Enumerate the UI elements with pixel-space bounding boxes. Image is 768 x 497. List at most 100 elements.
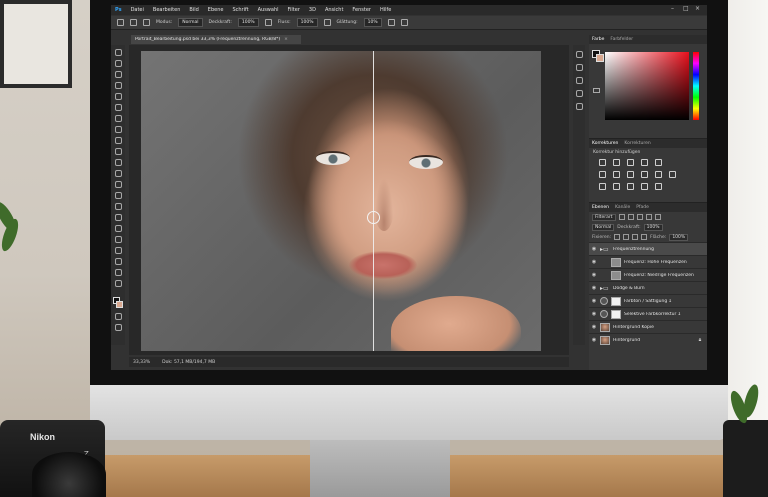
color-lookup-icon[interactable] <box>669 171 676 178</box>
selective-color-icon[interactable] <box>655 183 662 190</box>
fill-input[interactable]: 100% <box>669 233 689 241</box>
frame-tool-icon[interactable] <box>114 104 122 111</box>
properties-panel-icon[interactable] <box>575 64 583 71</box>
color-picker-field[interactable] <box>605 52 689 120</box>
eyedropper-tool-icon[interactable] <box>114 115 122 122</box>
blur-tool-icon[interactable] <box>114 192 122 199</box>
levels-icon[interactable] <box>613 159 620 166</box>
invert-icon[interactable] <box>599 183 606 190</box>
layer-row[interactable]: ◉ Selektive Farbkorrektur 1 <box>589 307 707 320</box>
threshold-icon[interactable] <box>627 183 634 190</box>
mode-select[interactable]: Normal <box>178 18 203 27</box>
smoothing-settings-icon[interactable] <box>387 19 395 26</box>
layer-row[interactable]: ◉ ▸▭ Frequenztrennung <box>589 242 707 255</box>
menu-bearbeiten[interactable]: Bearbeiten <box>153 7 180 13</box>
type-tool-icon[interactable] <box>114 225 122 232</box>
photo-filter-icon[interactable] <box>641 171 648 178</box>
filter-smart-icon[interactable] <box>654 214 661 220</box>
layer-row[interactable]: ◉ Hintergrund 🔒︎ <box>589 333 707 346</box>
gradient-tool-icon[interactable] <box>114 181 122 188</box>
hand-tool-icon[interactable] <box>114 258 122 265</box>
zoom-level[interactable]: 33,33% <box>133 360 150 365</box>
filter-shape-icon[interactable] <box>645 214 652 220</box>
blend-mode-select[interactable]: Normal <box>592 223 615 231</box>
minimize-icon[interactable]: – <box>671 6 677 12</box>
brush-tool-icon[interactable] <box>114 137 122 144</box>
menu-3d[interactable]: 3D <box>309 7 316 13</box>
visibility-eye-icon[interactable]: ◉ <box>591 324 597 330</box>
visibility-eye-icon[interactable]: ◉ <box>591 246 597 252</box>
more-tools-icon[interactable] <box>114 280 122 287</box>
layer-row[interactable]: ◉ Farbton / Sättigung 1 <box>589 294 707 307</box>
flow-input[interactable]: 100% <box>296 18 318 27</box>
layer-row[interactable]: ◉ Frequenz: Niedrige Frequenzen <box>589 268 707 281</box>
gradient-map-icon[interactable] <box>641 183 648 190</box>
layer-opacity-input[interactable]: 100% <box>643 223 663 231</box>
menu-bild[interactable]: Bild <box>189 7 198 13</box>
layer-row[interactable]: ◉ ▸▭ Dodge & Burn <box>589 281 707 294</box>
hue-saturation-icon[interactable] <box>599 171 606 178</box>
lasso-tool-icon[interactable] <box>114 71 122 78</box>
menu-fenster[interactable]: Fenster <box>352 7 371 13</box>
clone-source-panel-icon[interactable] <box>575 90 583 97</box>
layer-row[interactable]: ◉ Frequenz: Hohe Frequenzen <box>589 255 707 268</box>
visibility-eye-icon[interactable]: ◉ <box>591 311 597 317</box>
opacity-input[interactable]: 100% <box>237 18 259 27</box>
move-tool-icon[interactable] <box>114 49 122 56</box>
tab-pfade[interactable]: Pfade <box>636 205 649 210</box>
color-balance-icon[interactable] <box>613 171 620 178</box>
menu-ebene[interactable]: Ebene <box>208 7 224 13</box>
layer-row[interactable]: ◉ Hintergrund Kopie <box>589 320 707 333</box>
clone-stamp-tool-icon[interactable] <box>114 148 122 155</box>
visibility-eye-icon[interactable]: ◉ <box>591 298 597 304</box>
lock-all-icon[interactable] <box>641 234 648 240</box>
menu-schrift[interactable]: Schrift <box>232 7 248 13</box>
quick-select-tool-icon[interactable] <box>114 82 122 89</box>
eraser-tool-icon[interactable] <box>114 170 122 177</box>
shape-tool-icon[interactable] <box>114 247 122 254</box>
brush-settings-icon[interactable] <box>143 19 150 26</box>
tab-farbfelder[interactable]: Farbfelder <box>610 37 633 42</box>
brush-panel-icon[interactable] <box>575 77 583 84</box>
black-white-icon[interactable] <box>627 171 634 178</box>
tab-kanaele[interactable]: Kanäle <box>615 205 630 210</box>
healing-brush-tool-icon[interactable] <box>114 126 122 133</box>
hue-slider[interactable] <box>693 52 699 120</box>
lock-pixels-icon[interactable] <box>614 234 621 240</box>
zoom-tool-icon[interactable] <box>114 269 122 276</box>
color-warning-icon[interactable] <box>593 88 600 93</box>
menu-datei[interactable]: Datei <box>131 7 144 13</box>
channel-mixer-icon[interactable] <box>655 171 662 178</box>
kind-filter-select[interactable]: Filterart <box>592 213 616 221</box>
smoothing-input[interactable]: 10% <box>363 18 382 27</box>
history-brush-tool-icon[interactable] <box>114 159 122 166</box>
menu-ansicht[interactable]: Ansicht <box>325 7 343 13</box>
filter-adjust-icon[interactable] <box>627 214 634 220</box>
visibility-eye-icon[interactable]: ◉ <box>591 272 597 278</box>
filter-pixel-icon[interactable] <box>618 214 625 220</box>
visibility-eye-icon[interactable]: ◉ <box>591 337 597 343</box>
menu-hilfe[interactable]: Hilfe <box>380 7 391 13</box>
tab-korrekturen-2[interactable]: Korrekturen <box>624 141 650 146</box>
visibility-eye-icon[interactable]: ◉ <box>591 285 597 291</box>
curves-icon[interactable] <box>627 159 634 166</box>
close-document-icon[interactable]: × <box>284 37 288 42</box>
crop-tool-icon[interactable] <box>114 93 122 100</box>
color-panel-background[interactable] <box>596 54 604 62</box>
maximize-icon[interactable]: □ <box>683 6 689 12</box>
path-select-tool-icon[interactable] <box>114 236 122 243</box>
photoshop-logo[interactable]: Ps <box>115 7 122 13</box>
before-after-divider[interactable] <box>373 51 374 351</box>
brightness-contrast-icon[interactable] <box>599 159 606 166</box>
filter-type-icon[interactable] <box>636 214 643 220</box>
pressure-opacity-icon[interactable] <box>264 19 272 26</box>
marquee-tool-icon[interactable] <box>114 60 122 67</box>
lock-paint-icon[interactable] <box>623 234 630 240</box>
dodge-tool-icon[interactable] <box>114 203 122 210</box>
pen-tool-icon[interactable] <box>114 214 122 221</box>
color-swatches[interactable] <box>113 297 123 309</box>
canvas-area[interactable] <box>129 45 569 355</box>
close-icon[interactable]: × <box>695 6 701 12</box>
airbrush-icon[interactable] <box>323 19 331 26</box>
pressure-size-icon[interactable] <box>400 19 408 26</box>
